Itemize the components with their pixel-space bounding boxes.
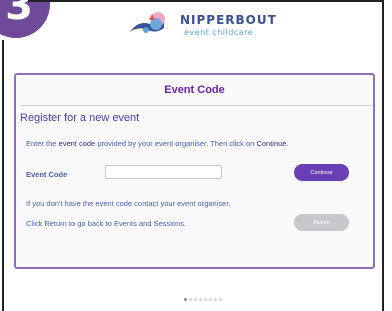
return-button[interactable]: Return: [294, 214, 349, 231]
page-dot[interactable]: [199, 298, 202, 301]
return-help-text: Click Return to go back to Events and Se…: [26, 219, 187, 228]
page-dot[interactable]: [209, 298, 212, 301]
brand-logo: NIPPERBOUT event childcare: [128, 10, 278, 42]
instructions-part: provided by your event organiser. Then c…: [95, 139, 257, 148]
continue-button[interactable]: Continue: [294, 164, 349, 181]
frame-border-left: [2, 40, 4, 311]
card-divider: [20, 105, 373, 106]
instructions-part: Enter the: [26, 139, 59, 148]
no-code-help-text: If you don't have the event code contact…: [26, 199, 231, 208]
page-dot[interactable]: [219, 298, 222, 301]
instructions-highlight-continue: Continue: [256, 139, 287, 148]
event-code-input[interactable]: [105, 165, 222, 179]
instructions-highlight-event-code: event code: [58, 139, 96, 148]
card-title: Event Code: [164, 84, 225, 96]
event-code-card: Event Code Register for a new event Ente…: [14, 73, 375, 269]
page-dot[interactable]: [214, 298, 217, 301]
nipperbout-logo-icon: [130, 12, 165, 33]
brand-tagline: event childcare: [184, 28, 254, 37]
page-dot[interactable]: [184, 298, 187, 301]
page-dot[interactable]: [204, 298, 207, 301]
event-code-label: Event Code: [26, 170, 68, 179]
brand-name: NIPPERBOUT: [180, 13, 277, 27]
page-dot[interactable]: [189, 298, 192, 301]
step-number-badge: 3: [0, 0, 50, 38]
page-indicator: [184, 298, 222, 301]
instructions-text: Enter the event code provided by your ev…: [26, 139, 376, 148]
section-title: Register for a new event: [20, 112, 140, 124]
frame-border-top: [28, 0, 384, 2]
frame-border-right: [382, 0, 384, 311]
page-dot[interactable]: [194, 298, 197, 301]
instructions-part: .: [286, 139, 289, 148]
